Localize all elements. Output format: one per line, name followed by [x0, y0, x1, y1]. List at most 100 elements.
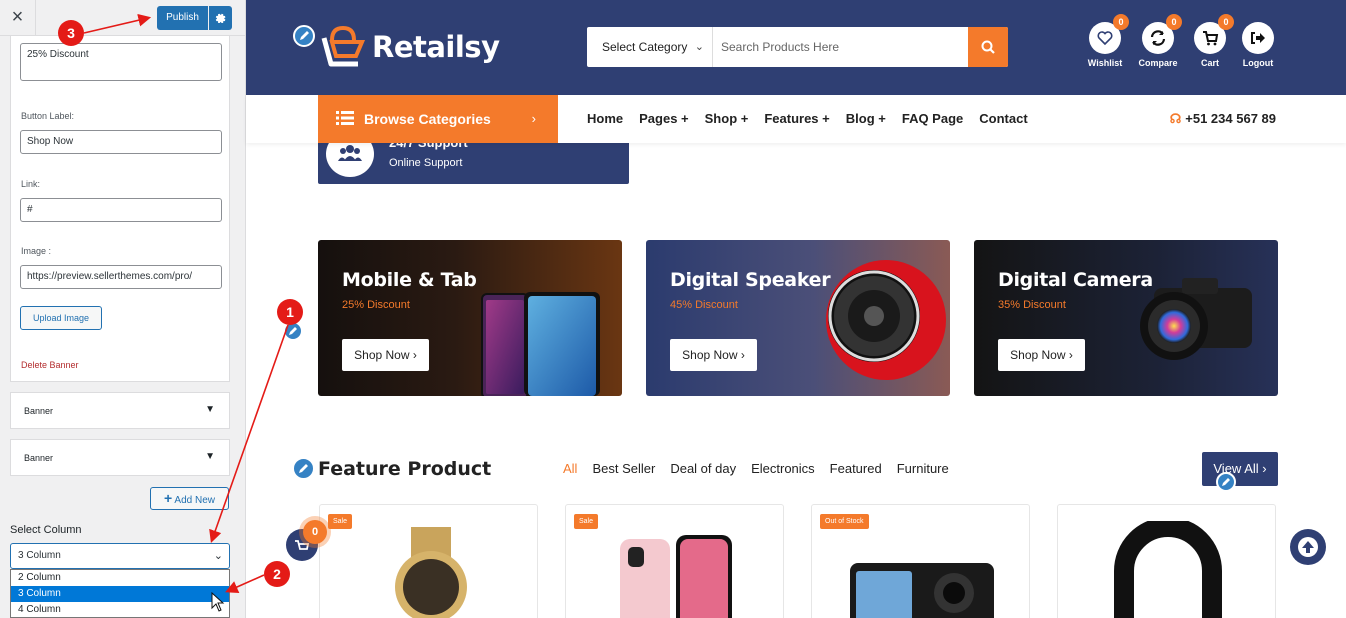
out-of-stock-badge: Out of Stock — [820, 514, 869, 529]
publish-button[interactable]: Publish — [157, 6, 208, 30]
tab-best-seller[interactable]: Best Seller — [592, 461, 655, 476]
shop-now-button[interactable]: Shop Now › — [342, 339, 429, 371]
nav-links: Home Pages + Shop + Features + Blog + FA… — [587, 111, 1028, 126]
cart-button[interactable]: 0 — [1194, 14, 1234, 54]
tab-all[interactable]: All — [563, 461, 577, 476]
nav-link-home[interactable]: Home — [587, 111, 623, 126]
annotation-marker-3: 3 — [58, 20, 84, 46]
nav-link-pages[interactable]: Pages + — [639, 111, 689, 126]
nav-link-faq[interactable]: FAQ Page — [902, 111, 963, 126]
banner-title: Digital Speaker — [670, 269, 831, 291]
caret-down-icon: ▼ — [205, 404, 215, 415]
discount-textarea[interactable]: 25% Discount — [20, 43, 222, 81]
add-new-label: Add New — [174, 495, 215, 506]
banner-accordion[interactable]: Banner ▼ — [10, 439, 230, 476]
support-box: 24/7 Support Online Support — [318, 131, 629, 184]
phone-number[interactable]: ☊ +51 234 567 89 — [1170, 111, 1276, 127]
sale-badge: Sale — [328, 514, 353, 529]
product-card[interactable] — [1057, 504, 1276, 618]
chevron-right-icon: › — [531, 111, 536, 126]
column-options-list: 2 Column 3 Column 4 Column — [10, 569, 230, 618]
view-all-button[interactable]: View All › — [1202, 452, 1278, 486]
cart-count-badge: 0 — [1218, 14, 1234, 30]
list-icon — [336, 111, 354, 125]
select-column-label: Select Column — [10, 524, 82, 536]
banner-discount: 35% Discount — [998, 299, 1066, 311]
compare-button[interactable]: 0 — [1142, 14, 1182, 54]
banner-discount: 25% Discount — [342, 299, 410, 311]
upload-image-button[interactable]: Upload Image — [20, 306, 102, 330]
feature-product-tabs: All Best Seller Deal of day Electronics … — [563, 461, 949, 476]
tab-electronics[interactable]: Electronics — [751, 461, 815, 476]
button-label-input[interactable]: Shop Now — [20, 130, 222, 154]
camera-image — [1140, 278, 1252, 360]
tab-furniture[interactable]: Furniture — [897, 461, 949, 476]
scroll-to-top-button[interactable] — [1290, 529, 1326, 565]
browse-categories-button[interactable]: Browse Categories › — [318, 95, 558, 143]
search-icon — [981, 40, 995, 54]
shop-now-button[interactable]: Shop Now › — [998, 339, 1085, 371]
site-header: Retailsy Select Category ⌄ Search Produc… — [246, 0, 1346, 95]
shop-now-button[interactable]: Shop Now › — [670, 339, 757, 371]
banner-accordion-title: Banner — [24, 406, 54, 416]
nav-link-contact[interactable]: Contact — [979, 111, 1027, 126]
banner-discount: 45% Discount — [670, 299, 738, 311]
sale-badge: Sale — [574, 514, 599, 529]
close-customizer-button[interactable]: × — [0, 0, 36, 36]
feature-product-title: Feature Product — [318, 458, 492, 480]
compare-count-badge: 0 — [1166, 14, 1182, 30]
banner-mobile-tab[interactable]: Mobile & Tab 25% Discount Shop Now › — [318, 240, 622, 396]
chevron-down-icon: ⌄ — [694, 41, 704, 53]
banner-title: Mobile & Tab — [342, 269, 477, 291]
category-select[interactable]: Select Category ⌄ — [587, 27, 713, 67]
product-card[interactable]: Out of Stock — [811, 504, 1030, 618]
edit-pencil-icon[interactable] — [292, 457, 315, 480]
logout-label: Logout — [1242, 58, 1274, 68]
link-input[interactable]: # — [20, 198, 222, 222]
banner-digital-speaker[interactable]: Digital Speaker 45% Discount Shop Now › — [646, 240, 950, 396]
logout-button[interactable] — [1242, 22, 1274, 54]
compare-label: Compare — [1138, 58, 1178, 68]
logo-text: Retailsy — [372, 30, 500, 64]
annotation-marker-2: 2 — [264, 561, 290, 587]
plus-icon: + — [164, 490, 173, 506]
search-input[interactable]: Search Products Here — [713, 27, 968, 67]
nav-link-blog[interactable]: Blog + — [846, 111, 886, 126]
banner-accordion[interactable]: Banner ▼ — [10, 392, 230, 429]
tab-deal-of-day[interactable]: Deal of day — [670, 461, 736, 476]
annotation-marker-1: 1 — [277, 299, 303, 325]
product-card[interactable]: Sale — [565, 504, 784, 618]
select-column-value: 3 Column — [18, 550, 61, 561]
edit-pencil-icon[interactable] — [293, 25, 315, 47]
delete-banner-link[interactable]: Delete Banner — [21, 360, 79, 370]
add-new-button[interactable]: + Add New — [150, 487, 229, 510]
banner-title: Digital Camera — [998, 269, 1153, 291]
edit-pencil-icon[interactable] — [1216, 472, 1236, 492]
wishlist-count-badge: 0 — [1113, 14, 1129, 30]
search-bar: Select Category ⌄ Search Products Here — [587, 27, 1008, 67]
wishlist-label: Wishlist — [1087, 58, 1123, 68]
chevron-down-icon: ⌄ — [213, 550, 223, 562]
caret-down-icon: ▼ — [205, 451, 215, 462]
nav-link-features[interactable]: Features + — [764, 111, 829, 126]
banner-accordion-title: Banner — [24, 453, 54, 463]
select-column-dropdown[interactable]: 3 Column ⌄ — [10, 543, 230, 569]
column-option[interactable]: 4 Column — [11, 602, 229, 618]
customizer-screen: × Publish 25% Discount Button Label: Sho… — [0, 0, 1346, 618]
support-subtitle: Online Support — [389, 157, 463, 169]
publish-settings-gear-icon[interactable] — [209, 6, 232, 30]
tab-featured[interactable]: Featured — [830, 461, 882, 476]
nav-link-shop[interactable]: Shop + — [705, 111, 749, 126]
product-card[interactable]: Sale — [319, 504, 538, 618]
column-option[interactable]: 2 Column — [11, 570, 229, 586]
search-button[interactable] — [968, 27, 1008, 67]
watch-image — [395, 527, 467, 618]
arrow-up-icon — [1298, 537, 1318, 557]
phone-text: +51 234 567 89 — [1185, 111, 1276, 126]
banner-digital-camera[interactable]: Digital Camera 35% Discount Shop Now › — [974, 240, 1278, 396]
wishlist-button[interactable]: 0 — [1089, 14, 1129, 54]
image-url-input[interactable]: https://preview.sellerthemes.com/pro/ — [20, 265, 222, 289]
column-option-selected[interactable]: 3 Column — [11, 586, 229, 602]
site-logo[interactable]: Retailsy — [318, 24, 518, 72]
headphones-image — [1114, 521, 1222, 618]
